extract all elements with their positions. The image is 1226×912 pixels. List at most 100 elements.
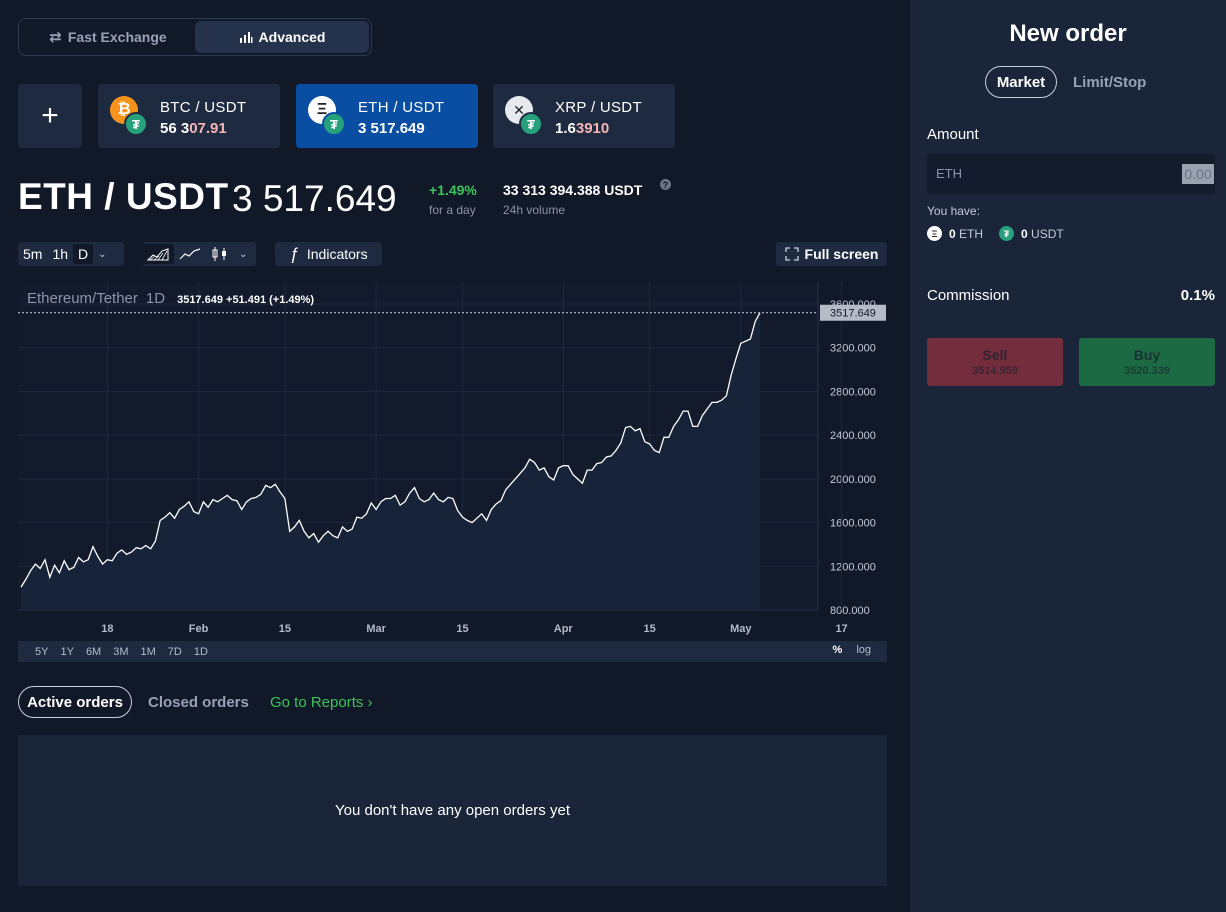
bar-chart-icon bbox=[239, 32, 253, 43]
reports-link[interactable]: Go to Reports › bbox=[270, 694, 373, 711]
advanced-tab[interactable]: Advanced bbox=[195, 21, 369, 53]
buy-price: 3520.339 bbox=[1124, 365, 1170, 377]
chart-canvas: 3600.0003200.0002800.0002400.0002000.000… bbox=[18, 282, 886, 635]
chevron-down-icon[interactable]: ⌄ bbox=[234, 249, 252, 260]
pair-card-btc[interactable]: ₿ ₮ BTC / USDT 56 307.91 bbox=[98, 84, 280, 148]
scale-options: % log bbox=[833, 644, 871, 656]
candlestick-icon bbox=[212, 247, 226, 261]
tether-icon: ₮ bbox=[519, 112, 543, 136]
fullscreen-button[interactable]: Full screen bbox=[776, 242, 887, 266]
amount-input[interactable] bbox=[1182, 164, 1214, 184]
volume-label: 24h volume bbox=[503, 203, 566, 217]
last-price-label: 3517.649 bbox=[830, 308, 876, 320]
legend-ohlc: 3517.649 +51.491 (+1.49%) bbox=[177, 294, 315, 306]
fullscreen-label: Full screen bbox=[804, 246, 879, 262]
advanced-label: Advanced bbox=[258, 29, 326, 45]
pair-price: 3 517.649 bbox=[358, 120, 425, 137]
log-scale-toggle[interactable]: log bbox=[856, 644, 871, 656]
chart-legend: Ethereum/Tether 1D 3517.649 +51.491 (+1.… bbox=[27, 290, 314, 307]
day-change: +1.49% bbox=[429, 182, 477, 198]
legend-interval: 1D bbox=[145, 290, 166, 307]
day-change-label: for a day bbox=[429, 203, 476, 217]
main-area: ⇄ Fast Exchange Advanced + ₿ ₮ BTC / USD… bbox=[0, 0, 910, 912]
range-1d[interactable]: 1D bbox=[188, 646, 214, 658]
sell-price: 3514.959 bbox=[972, 365, 1018, 377]
range-3m[interactable]: 3M bbox=[107, 646, 134, 658]
closed-orders-tab[interactable]: Closed orders bbox=[148, 694, 249, 711]
plus-icon: + bbox=[41, 99, 59, 132]
balance-eth: Ξ 0 ETH bbox=[927, 226, 983, 241]
line-chart-button[interactable] bbox=[174, 242, 206, 266]
range-5y[interactable]: 5Y bbox=[29, 646, 54, 658]
orders-panel: You don't have any open orders yet bbox=[18, 735, 887, 886]
y-tick-label: 2800.000 bbox=[830, 386, 876, 398]
y-tick-label: 2400.000 bbox=[830, 430, 876, 442]
pair-name: BTC / USDT bbox=[160, 99, 247, 116]
x-tick-label: 15 bbox=[644, 623, 656, 635]
interval-5m[interactable]: 5m bbox=[18, 242, 47, 266]
empty-orders-message: You don't have any open orders yet bbox=[335, 802, 570, 819]
percent-scale-toggle[interactable]: % bbox=[833, 644, 843, 656]
new-order-panel: New order Market Limit/Stop Amount ETH Y… bbox=[910, 0, 1226, 912]
help-icon[interactable]: ? bbox=[660, 179, 671, 190]
eth-usdt-icons: Ξ ₮ bbox=[308, 96, 348, 136]
range-1y[interactable]: 1Y bbox=[54, 646, 79, 658]
pair-name: ETH / USDT bbox=[358, 99, 445, 116]
chevron-down-icon[interactable]: ⌄ bbox=[93, 249, 111, 260]
buy-button[interactable]: Buy 3520.339 bbox=[1079, 338, 1215, 386]
pair-card-xrp[interactable]: ✕ ₮ XRP / USDT 1.63910 bbox=[493, 84, 675, 148]
tether-icon: ₮ bbox=[999, 226, 1014, 241]
y-tick-label: 800.000 bbox=[830, 605, 870, 617]
volume-value: 33 313 394.388 USDT bbox=[503, 182, 643, 198]
line-chart-icon bbox=[179, 248, 201, 260]
commission-value: 0.1% bbox=[1180, 287, 1215, 304]
range-1m[interactable]: 1M bbox=[135, 646, 162, 658]
new-order-title: New order bbox=[1009, 20, 1127, 47]
interval-selector: 5m 1h D ⌄ bbox=[18, 242, 124, 266]
indicators-button[interactable]: ƒ Indicators bbox=[275, 242, 382, 266]
amount-label: Amount bbox=[927, 126, 979, 143]
x-tick-label: May bbox=[730, 623, 752, 635]
add-pair-button[interactable]: + bbox=[18, 84, 82, 148]
ticker-price: 3 517.649 bbox=[232, 178, 397, 219]
interval-d[interactable]: D bbox=[73, 244, 94, 264]
function-icon: ƒ bbox=[289, 244, 299, 263]
interval-1h[interactable]: 1h bbox=[47, 242, 73, 266]
area-chart-icon bbox=[147, 248, 169, 261]
y-tick-label: 1600.000 bbox=[830, 518, 876, 530]
x-tick-label: Mar bbox=[366, 623, 386, 635]
amount-unit: ETH bbox=[936, 166, 962, 181]
commission-label: Commission bbox=[927, 287, 1010, 304]
y-tick-label: 3200.000 bbox=[830, 343, 876, 355]
ticker-pair: ETH / USDT bbox=[18, 176, 229, 217]
pair-price: 1.63910 bbox=[555, 120, 610, 137]
tether-icon: ₮ bbox=[322, 112, 346, 136]
fast-exchange-tab[interactable]: ⇄ Fast Exchange bbox=[21, 21, 195, 53]
x-tick-label: 18 bbox=[101, 623, 113, 635]
tether-icon: ₮ bbox=[124, 112, 148, 136]
amount-field[interactable]: ETH bbox=[927, 154, 1215, 194]
sell-label: Sell bbox=[982, 347, 1008, 363]
swap-arrows-icon: ⇄ bbox=[49, 29, 62, 46]
y-tick-label: 2000.000 bbox=[830, 474, 876, 486]
x-tick-label: 17 bbox=[835, 623, 847, 635]
sell-button[interactable]: Sell 3514.959 bbox=[927, 338, 1063, 386]
range-7d[interactable]: 7D bbox=[162, 646, 188, 658]
pair-name: XRP / USDT bbox=[555, 99, 642, 116]
area-chart-button[interactable] bbox=[142, 244, 174, 264]
x-tick-label: 15 bbox=[279, 623, 291, 635]
x-tick-label: Apr bbox=[554, 623, 574, 635]
range-bar: 5Y 1Y 6M 3M 1M 7D 1D % log bbox=[18, 641, 887, 662]
legend-symbol: Ethereum/Tether bbox=[27, 290, 138, 307]
x-tick-label: Feb bbox=[189, 623, 209, 635]
pair-card-eth[interactable]: Ξ ₮ ETH / USDT 3 517.649 bbox=[296, 84, 478, 148]
xrp-usdt-icons: ✕ ₮ bbox=[505, 96, 545, 136]
price-chart[interactable]: Ethereum/Tether 1D 3517.649 +51.491 (+1.… bbox=[18, 282, 887, 662]
limit-stop-tab[interactable]: Limit/Stop bbox=[1073, 74, 1146, 91]
market-order-tab[interactable]: Market bbox=[985, 66, 1057, 98]
chart-type-selector: ⌄ bbox=[142, 242, 256, 266]
range-6m[interactable]: 6M bbox=[80, 646, 107, 658]
active-orders-tab[interactable]: Active orders bbox=[18, 686, 132, 718]
you-have-label: You have: bbox=[927, 204, 980, 218]
candles-chart-button[interactable] bbox=[206, 242, 234, 266]
